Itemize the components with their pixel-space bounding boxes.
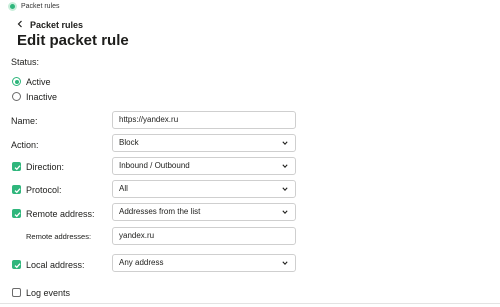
back-link[interactable]: Packet rules [17,19,83,31]
name-input[interactable]: https://yandex.ru [112,111,296,129]
direction-select-value: Inbound / Outbound [119,161,190,170]
action-select[interactable]: Block [112,134,296,152]
chevron-down-icon [282,210,288,215]
name-input-value: https://yandex.ru [119,115,179,124]
direction-select[interactable]: Inbound / Outbound [112,157,296,175]
check-icon [14,212,21,218]
title-bar: Packet rules [0,0,500,14]
window-title: Packet rules [21,3,60,10]
log-events-checkbox[interactable] [12,288,21,297]
local-address-select-value: Any address [119,258,164,267]
remote-address-select[interactable]: Addresses from the list [112,203,296,221]
remote-address-select-value: Addresses from the list [119,207,201,216]
local-address-checkbox[interactable] [12,260,21,269]
log-events-label[interactable]: Log events [26,287,70,299]
protocol-checkbox[interactable] [12,185,21,194]
status-label: Status: [11,57,40,67]
remote-addresses-input-value: yandex.ru [119,231,155,240]
radio-inactive[interactable] [12,92,21,101]
page-title: Edit packet rule [17,32,129,49]
local-address-select[interactable]: Any address [112,254,296,272]
back-link-label: Packet rules [30,20,84,30]
local-address-label: Local address: [26,260,85,270]
name-label: Name: [11,116,38,126]
protocol-select[interactable]: All [112,180,296,198]
app-status-icon [8,2,17,11]
radio-active-indicator[interactable] [12,77,21,86]
chevron-down-icon [282,164,288,169]
bottom-divider [0,303,500,304]
remote-addresses-input[interactable]: yandex.ru [112,227,296,245]
action-select-value: Block [119,138,139,147]
check-icon [14,188,21,194]
protocol-label: Protocol: [26,185,62,195]
protocol-select-value: All [119,184,128,193]
chevron-down-icon [282,261,288,266]
chevron-left-icon [17,19,27,31]
radio-inactive-indicator[interactable] [12,92,21,101]
remote-addresses-label: Remote addresses: [26,232,92,241]
chevron-down-icon [282,141,288,146]
chevron-down-icon [282,187,288,192]
radio-inactive-label[interactable]: Inactive [26,91,57,103]
action-label: Action: [11,140,39,150]
check-icon [14,165,21,171]
check-icon [14,263,21,269]
remote-address-checkbox[interactable] [12,209,21,218]
remote-address-label: Remote address: [26,209,95,219]
radio-active[interactable] [12,77,21,86]
direction-checkbox[interactable] [12,162,21,171]
radio-active-label[interactable]: Active [26,76,51,88]
direction-label: Direction: [26,162,65,172]
